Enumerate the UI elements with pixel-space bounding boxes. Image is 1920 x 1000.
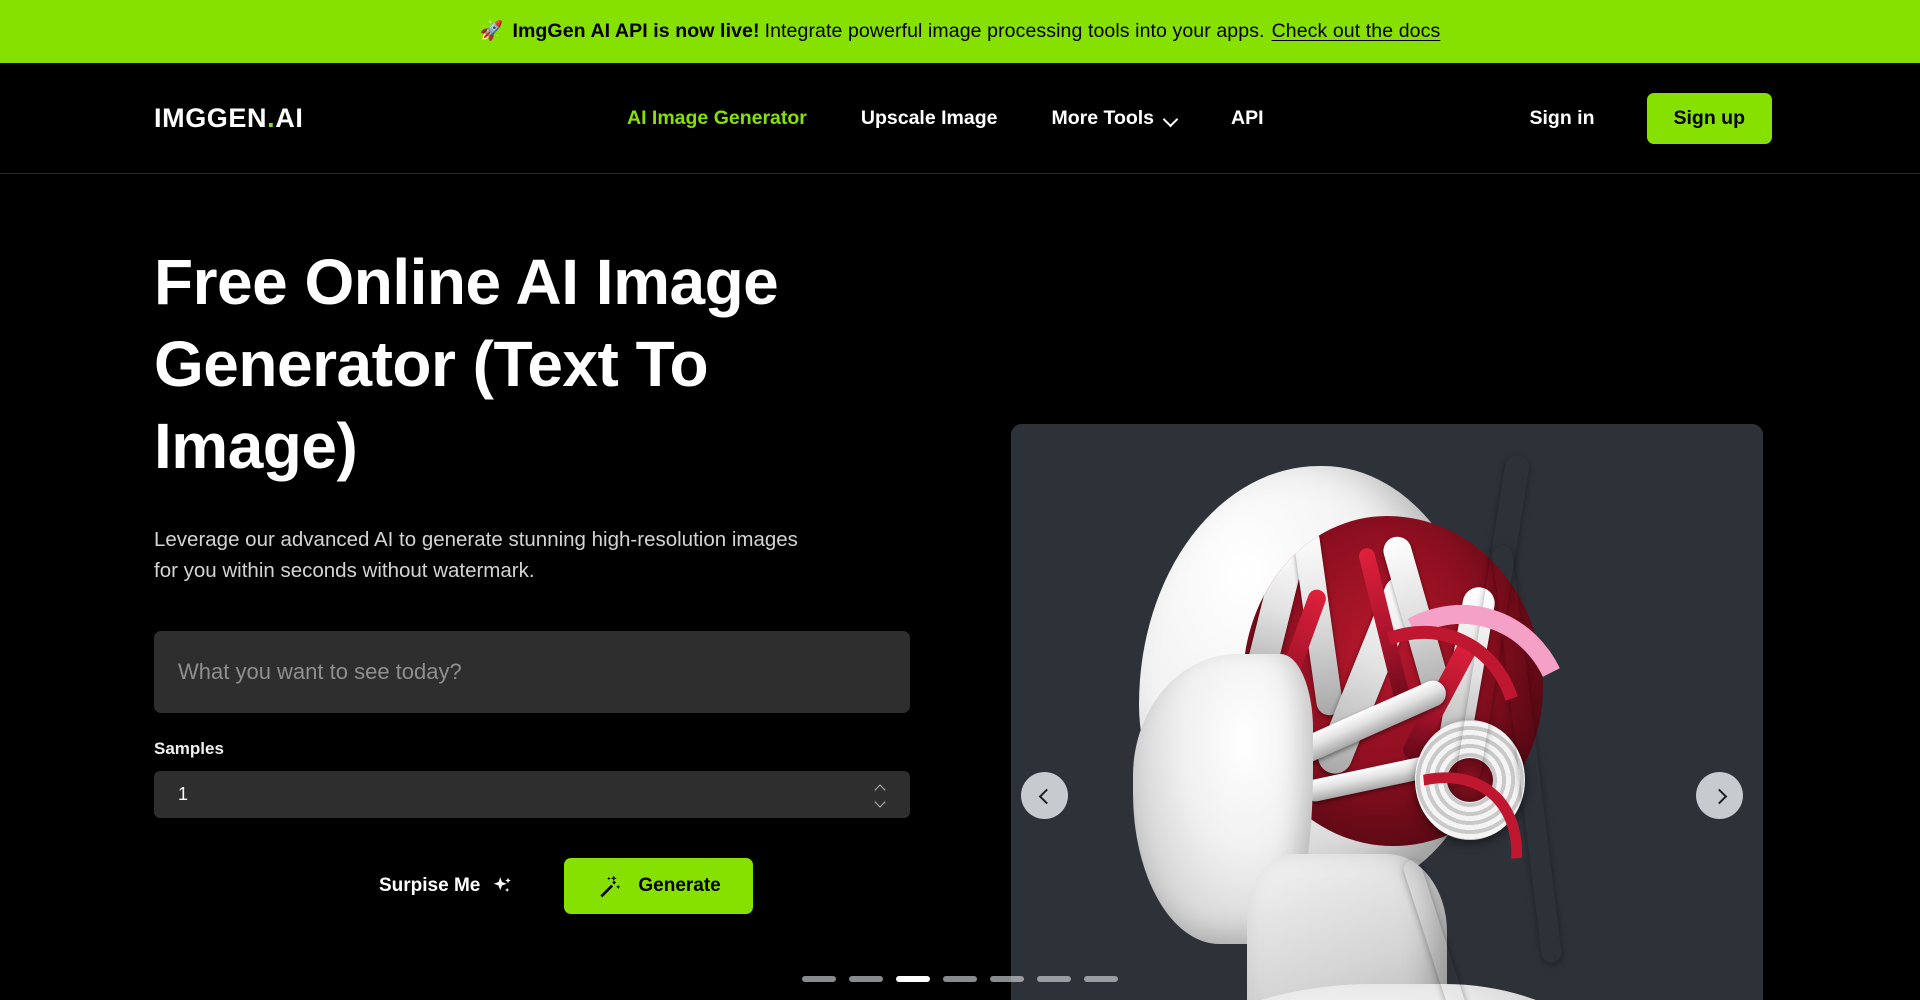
spinner-down-arrow[interactable] (875, 799, 886, 806)
carousel-dot-1[interactable] (802, 976, 836, 982)
carousel-next-button[interactable] (1696, 772, 1743, 819)
surprise-me-label: Surpise Me (379, 875, 481, 897)
updown-spinner-icon[interactable] (875, 783, 888, 807)
samples-label: Samples (154, 739, 224, 759)
announcement-headline: ImgGen AI API is now live! (512, 20, 760, 42)
brand-suffix: AI (275, 102, 304, 133)
announcement-body: Integrate powerful image processing tool… (764, 20, 1265, 42)
sign-up-button[interactable]: Sign up (1646, 92, 1772, 144)
chevron-left-icon (1039, 790, 1051, 802)
carousel-prev-button[interactable] (1021, 772, 1068, 819)
carousel-dot-2[interactable] (849, 976, 883, 982)
carousel-slide-image (1011, 424, 1763, 1000)
samples-input[interactable] (154, 771, 910, 819)
hero-left-column: Free Online AI Image Generator (Text To … (154, 242, 914, 915)
brand-dot: . (267, 102, 276, 133)
prompt-input[interactable] (154, 631, 910, 714)
generate-label: Generate (638, 875, 721, 897)
chevron-down-icon (1164, 114, 1177, 127)
main-navigation: AI Image Generator Upscale Image More To… (627, 101, 1264, 136)
brand-name: IMGGEN (154, 102, 268, 133)
nav-item-more-tools-label: More Tools (1051, 106, 1155, 129)
image-carousel[interactable] (1011, 424, 1763, 1000)
page-title: Free Online AI Image Generator (Text To … (154, 246, 779, 482)
samples-field-wrapper (154, 771, 910, 819)
nav-item-ai-image-generator[interactable]: AI Image Generator (627, 101, 807, 136)
carousel-dot-3[interactable] (896, 976, 930, 982)
nav-item-upscale-image[interactable]: Upscale Image (861, 101, 998, 136)
surprise-me-button[interactable]: Surpise Me (379, 875, 514, 897)
rocket-icon: 🚀 (479, 21, 504, 42)
carousel-pagination (0, 976, 1920, 982)
hero-section: Free Online AI Image Generator (Text To … (0, 174, 1920, 1000)
magic-wand-icon (600, 875, 621, 898)
brand-logo[interactable]: IMGGEN.AI (154, 103, 303, 134)
nav-item-more-tools[interactable]: More Tools (1051, 101, 1177, 136)
chevron-right-icon (1714, 790, 1726, 802)
nav-item-api[interactable]: API (1231, 101, 1264, 136)
carousel-dot-5[interactable] (990, 976, 1024, 982)
hero-action-row: Surpise Me Generate (154, 858, 914, 915)
carousel-dot-6[interactable] (1037, 976, 1071, 982)
spinner-up-arrow[interactable] (875, 784, 886, 791)
hero-subtitle: Leverage our advanced AI to generate stu… (154, 527, 798, 583)
announcement-docs-link[interactable]: Check out the docs (1272, 20, 1441, 43)
carousel-dot-4[interactable] (943, 976, 977, 982)
announcement-banner: 🚀 ImgGen AI API is now live! Integrate p… (0, 0, 1920, 63)
sparkles-icon (494, 877, 512, 893)
site-header: IMGGEN.AI AI Image Generator Upscale Ima… (0, 63, 1920, 174)
header-actions: Sign in Sign up (1530, 92, 1772, 144)
generate-button[interactable]: Generate (564, 858, 753, 915)
sign-in-link[interactable]: Sign in (1530, 107, 1595, 130)
carousel-dot-7[interactable] (1084, 976, 1118, 982)
